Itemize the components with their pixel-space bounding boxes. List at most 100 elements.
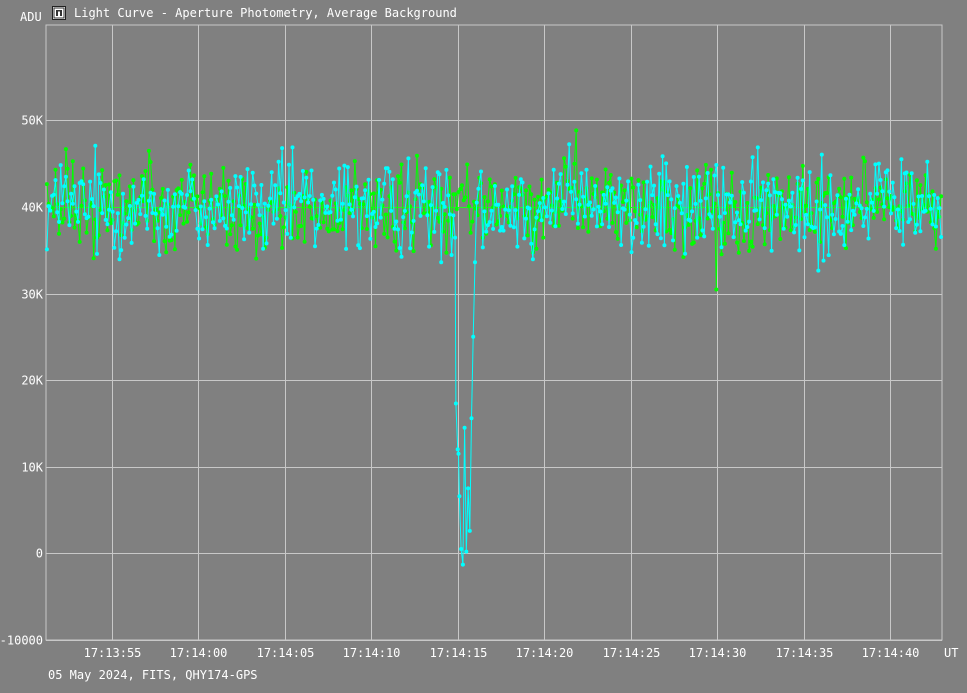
data-point bbox=[396, 174, 400, 179]
data-point bbox=[588, 200, 592, 205]
data-point bbox=[250, 170, 255, 175]
data-point bbox=[638, 212, 643, 217]
data-point bbox=[925, 159, 930, 164]
data-point bbox=[366, 177, 371, 182]
data-point bbox=[480, 245, 485, 250]
data-point bbox=[453, 192, 458, 197]
data-point bbox=[819, 152, 824, 157]
data-point bbox=[826, 253, 831, 258]
data-point bbox=[288, 203, 293, 208]
data-point bbox=[705, 216, 710, 221]
data-point bbox=[252, 202, 257, 207]
data-point bbox=[916, 194, 921, 199]
x-axis-label: UT bbox=[944, 646, 958, 660]
data-point bbox=[108, 190, 113, 195]
data-point bbox=[146, 198, 151, 203]
data-point bbox=[313, 244, 317, 249]
x-tick-label: 17:14:10 bbox=[343, 646, 401, 660]
data-point bbox=[835, 193, 840, 198]
data-point bbox=[330, 193, 335, 198]
data-point bbox=[453, 401, 458, 406]
data-point bbox=[226, 178, 231, 183]
data-point bbox=[857, 210, 862, 214]
data-point bbox=[165, 187, 170, 192]
data-point bbox=[160, 212, 165, 217]
data-point bbox=[539, 177, 544, 182]
data-point bbox=[469, 416, 474, 421]
data-point bbox=[140, 193, 144, 198]
data-point bbox=[482, 195, 487, 200]
data-point bbox=[930, 189, 935, 194]
data-point bbox=[660, 187, 665, 192]
data-point bbox=[354, 184, 359, 189]
data-point bbox=[396, 227, 400, 232]
data-point bbox=[62, 184, 67, 189]
data-point bbox=[255, 202, 260, 207]
data-point bbox=[126, 216, 131, 221]
data-point bbox=[793, 223, 798, 227]
data-point bbox=[703, 196, 708, 201]
light-curve-app-icon[interactable] bbox=[52, 6, 66, 20]
data-point bbox=[138, 212, 143, 217]
data-point bbox=[174, 228, 179, 233]
data-point bbox=[82, 198, 87, 203]
data-point bbox=[311, 216, 316, 221]
data-point bbox=[700, 228, 705, 233]
data-point bbox=[441, 201, 445, 205]
data-point bbox=[266, 203, 271, 208]
data-point bbox=[442, 204, 447, 209]
data-point bbox=[200, 227, 205, 232]
data-point bbox=[238, 174, 243, 179]
data-point bbox=[683, 225, 688, 230]
data-point bbox=[766, 181, 771, 186]
data-point bbox=[764, 188, 769, 193]
data-point bbox=[136, 220, 141, 225]
data-point bbox=[871, 215, 876, 220]
data-point bbox=[755, 222, 760, 227]
data-point bbox=[788, 204, 793, 209]
data-point bbox=[103, 183, 108, 187]
data-point bbox=[575, 226, 580, 230]
data-point bbox=[634, 221, 639, 225]
data-point bbox=[562, 199, 567, 204]
data-point bbox=[209, 171, 214, 176]
data-point bbox=[875, 191, 880, 196]
data-point bbox=[780, 197, 784, 202]
data-point bbox=[745, 225, 750, 229]
data-point bbox=[856, 187, 861, 192]
data-point bbox=[591, 207, 596, 212]
data-point bbox=[712, 173, 717, 178]
y-tick-label: 40K bbox=[21, 201, 43, 215]
data-point bbox=[878, 178, 883, 182]
data-point bbox=[333, 187, 338, 192]
data-point bbox=[563, 164, 568, 169]
data-point bbox=[505, 213, 509, 218]
data-point bbox=[197, 236, 202, 241]
data-point bbox=[91, 204, 96, 209]
data-point bbox=[697, 174, 701, 179]
data-point bbox=[750, 155, 755, 160]
data-point bbox=[340, 201, 345, 206]
data-point bbox=[460, 562, 465, 567]
data-point bbox=[821, 258, 826, 263]
data-point bbox=[607, 180, 611, 185]
data-point bbox=[114, 229, 119, 234]
data-point bbox=[432, 177, 437, 182]
data-point bbox=[750, 244, 755, 249]
data-point bbox=[280, 245, 285, 250]
data-point bbox=[536, 194, 541, 199]
data-point bbox=[148, 160, 153, 164]
data-point bbox=[847, 192, 852, 197]
data-point bbox=[501, 228, 506, 233]
data-point bbox=[818, 207, 823, 212]
data-point bbox=[681, 181, 686, 186]
data-point bbox=[205, 243, 210, 247]
data-point bbox=[840, 224, 845, 228]
data-point bbox=[859, 206, 864, 211]
data-point bbox=[741, 190, 746, 195]
data-point bbox=[594, 224, 599, 229]
data-point bbox=[629, 250, 634, 255]
data-point bbox=[871, 208, 876, 213]
data-point bbox=[567, 142, 572, 147]
data-point bbox=[259, 183, 264, 187]
